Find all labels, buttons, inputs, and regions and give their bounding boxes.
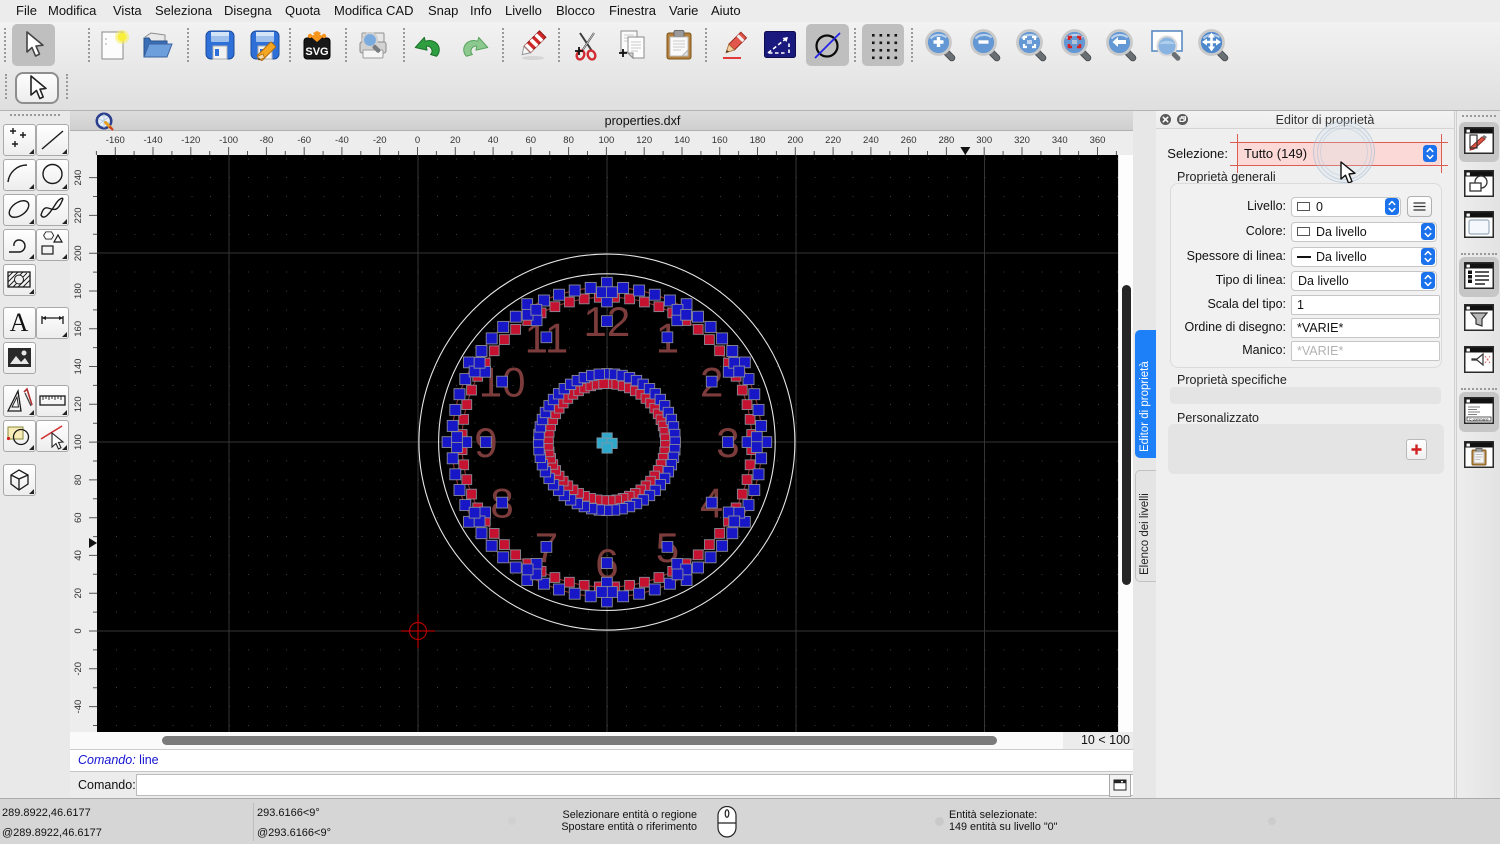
svg-text:240: 240 [863, 135, 879, 146]
svg-text:160: 160 [712, 135, 728, 146]
svg-text:-40: -40 [335, 135, 349, 146]
svg-text:-140: -140 [143, 135, 162, 146]
svg-text:100: 100 [73, 434, 84, 450]
svg-text:80: 80 [563, 135, 574, 146]
svg-text:320: 320 [1014, 135, 1030, 146]
svg-text:A: A [9, 308, 28, 337]
svg-text:140: 140 [674, 135, 690, 146]
svg-text:-40: -40 [73, 700, 84, 714]
svg-text:-20: -20 [373, 135, 387, 146]
svg-text:20: 20 [73, 588, 84, 599]
svg-text:220: 220 [73, 207, 84, 223]
svg-text:100: 100 [598, 135, 614, 146]
svg-text:120: 120 [636, 135, 652, 146]
svg-text:40: 40 [488, 135, 499, 146]
svg-text:-80: -80 [260, 135, 274, 146]
svg-text:220: 220 [825, 135, 841, 146]
svg-text:140: 140 [73, 359, 84, 375]
svg-text:200: 200 [73, 245, 84, 261]
svg-text:60: 60 [73, 512, 84, 523]
svg-text:-100: -100 [219, 135, 238, 146]
svg-text:240: 240 [73, 170, 84, 186]
svg-text:-160: -160 [106, 135, 125, 146]
svg-text:C command: C command [1469, 418, 1488, 422]
svg-text:SVG: SVG [305, 46, 328, 58]
svg-text:360: 360 [1090, 135, 1106, 146]
svg-text:60: 60 [526, 135, 537, 146]
svg-text:280: 280 [938, 135, 954, 146]
svg-text:340: 340 [1052, 135, 1068, 146]
svg-text:-120: -120 [181, 135, 200, 146]
svg-text:20: 20 [450, 135, 461, 146]
svg-text:120: 120 [73, 396, 84, 412]
svg-text:0: 0 [73, 628, 84, 633]
svg-text:300: 300 [976, 135, 992, 146]
svg-text:180: 180 [750, 135, 766, 146]
svg-text:80: 80 [73, 475, 84, 486]
svg-text:-20: -20 [73, 662, 84, 676]
svg-text:-60: -60 [297, 135, 311, 146]
svg-text:0: 0 [415, 135, 420, 146]
svg-text:200: 200 [787, 135, 803, 146]
svg-text:160: 160 [73, 321, 84, 337]
svg-text:180: 180 [73, 283, 84, 299]
svg-text:260: 260 [901, 135, 917, 146]
svg-text:40: 40 [73, 550, 84, 561]
